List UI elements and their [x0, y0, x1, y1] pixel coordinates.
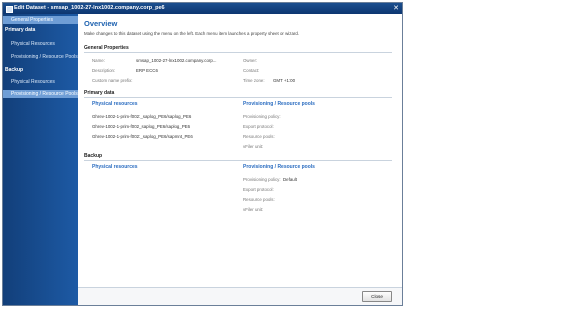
- sidebar-item-primary-physical-resources[interactable]: Physical Resources: [3, 41, 78, 47]
- sidebar-item-general-properties[interactable]: General Properties: [3, 16, 78, 24]
- primary-vfiler-label: vFiler unit:: [243, 144, 264, 149]
- primary-physical-resources-title: Physical resources: [92, 101, 138, 107]
- timezone-value: GMT +1:00: [273, 78, 296, 83]
- primary-provisioning-policy-label: Provisioning policy:: [243, 114, 281, 119]
- description-label: Description:: [92, 68, 116, 73]
- section-backup: Backup: [84, 153, 103, 159]
- divider: [84, 160, 392, 161]
- title-bar: Edit Dataset - smsap_1002-27-lnx1002.com…: [3, 3, 402, 14]
- sidebar-item-primary-provisioning[interactable]: Provisioning / Resource Pools: [3, 54, 78, 60]
- overview-panel: Overview Make changes to this dataset us…: [78, 14, 402, 305]
- name-value: smsap_1002-27-lnx1002.company.corp...: [136, 58, 217, 63]
- window-title: Edit Dataset - smsap_1002-27-lnx1002.com…: [14, 5, 165, 11]
- dialog-footer: Close: [78, 287, 402, 305]
- primary-physical-item: Ghrev-1002-1-prim-f002_saplog_PE6/saplog…: [92, 124, 191, 129]
- sidebar-header-backup: Backup: [5, 67, 24, 73]
- name-label: Name:: [92, 58, 105, 63]
- sidebar-item-backup-physical-resources[interactable]: Physical Resources: [3, 79, 78, 85]
- primary-export-protocol-label: Export protocol:: [243, 124, 274, 129]
- backup-provisioning-policy-label: Provisioning policy:: [243, 177, 281, 182]
- description-value: ERP ECC6: [136, 68, 158, 73]
- owner-label: Owner:: [243, 58, 258, 63]
- backup-provisioning-title: Provisioning / Resource pools: [243, 164, 315, 170]
- contact-label: Contact:: [243, 68, 260, 73]
- backup-resource-pools-label: Resource pools:: [243, 197, 275, 202]
- sidebar: General Properties Primary data Physical…: [3, 14, 78, 305]
- edit-dataset-window: Edit Dataset - smsap_1002-27-lnx1002.com…: [2, 2, 403, 306]
- backup-provisioning-policy-value: Default: [283, 177, 297, 182]
- backup-export-protocol-label: Export protocol:: [243, 187, 274, 192]
- page-title: Overview: [84, 19, 118, 28]
- section-primary-data: Primary data: [84, 90, 115, 96]
- primary-physical-item: Ghrev-1002-1-prim-f002:_saplog_PE6/saplo…: [92, 114, 192, 119]
- divider: [84, 52, 392, 53]
- divider: [84, 97, 392, 98]
- sidebar-header-primary: Primary data: [5, 27, 36, 33]
- timezone-label: Time zone:: [243, 78, 265, 83]
- window-close-icon[interactable]: ✕: [393, 3, 399, 14]
- primary-physical-item: Ghrev-1002-1-prim-f002:_saplog_PE6/sapmn…: [92, 134, 193, 139]
- section-general-properties: General Properties: [84, 45, 129, 51]
- close-button[interactable]: Close: [362, 291, 392, 302]
- window-app-icon: [6, 6, 13, 13]
- primary-provisioning-title: Provisioning / Resource pools: [243, 101, 315, 107]
- sidebar-item-backup-provisioning[interactable]: Provisioning / Resource Pools: [3, 90, 78, 98]
- primary-resource-pools-label: Resource pools:: [243, 134, 275, 139]
- prefix-label: Custom name prefix:: [92, 78, 133, 83]
- backup-vfiler-label: vFiler unit:: [243, 207, 264, 212]
- page-description: Make changes to this dataset using the m…: [84, 31, 300, 36]
- backup-physical-resources-title: Physical resources: [92, 164, 138, 170]
